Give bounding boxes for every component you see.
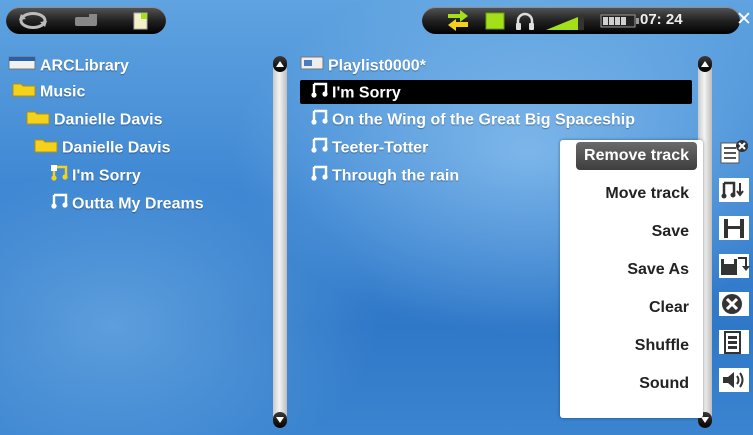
added-music-note-icon [50,165,68,188]
menu-item-sound[interactable]: Sound [631,370,697,398]
playlist-title[interactable]: Playlist0000* [300,55,426,77]
tree-item-label: Music [40,83,86,101]
menu-item-move-track[interactable]: Move track [597,180,697,208]
menu-item-remove-track[interactable]: Remove track [576,142,697,170]
playlist-track[interactable]: I'm Sorry [310,82,401,104]
save-icon[interactable] [718,214,749,242]
battery-icon [600,13,640,33]
file-icon[interactable] [132,12,152,30]
playlist-scroll-up-button[interactable] [698,56,712,72]
save-as-icon[interactable] [718,252,750,280]
mode-switcher [6,7,166,34]
tree-item-label: Outta My Dreams [72,195,204,213]
context-menu: Remove track Move track Save Save As Cle… [560,140,703,418]
clear-icon[interactable] [718,290,749,318]
music-note-icon [310,82,328,105]
track-label: I'm Sorry [332,84,401,102]
menu-item-shuffle[interactable]: Shuffle [627,332,697,360]
clock-time: 07: 24 [640,11,683,28]
top-bar: 07: 24 ✕ [0,0,753,40]
remove-track-icon[interactable] [718,138,748,166]
track-label: On the Wing of the Great Big Spaceship [332,111,635,129]
tab-switch-icon[interactable] [72,12,102,29]
volume-icon [544,10,588,36]
tree-item-music[interactable]: Music [12,81,85,103]
playlist-title-label: Playlist0000* [328,57,426,75]
transfer-icon [444,10,472,36]
close-icon[interactable]: ✕ [736,8,752,30]
tree-item-album[interactable]: Danielle Davis [34,137,171,159]
music-note-icon [50,193,68,216]
library-icon [8,55,36,78]
menu-item-save-as[interactable]: Save As [619,256,697,284]
status-bar [422,7,740,34]
sound-icon[interactable] [718,366,749,394]
library-scroll-up-button[interactable] [273,56,287,72]
sync-icon[interactable] [18,12,48,29]
tree-item-artist[interactable]: Danielle Davis [26,109,163,131]
tree-item-track[interactable]: Outta My Dreams [50,193,204,215]
tree-item-track[interactable]: I'm Sorry [50,165,141,187]
tree-item-label: Danielle Davis [62,139,171,157]
library-root-label: ARCLibrary [40,57,129,75]
playlist-track[interactable]: Through the rain [310,165,459,187]
music-note-icon [310,165,328,188]
menu-item-save[interactable]: Save [644,218,697,246]
tree-item-label: Danielle Davis [54,111,163,129]
folder-icon [484,11,506,35]
library-scrollbar[interactable] [273,56,287,428]
track-label: Through the rain [332,167,460,185]
playlist-track[interactable]: On the Wing of the Great Big Spaceship [310,109,635,131]
move-track-icon[interactable] [718,176,749,204]
track-label: Teeter-Totter [332,139,429,157]
library-root[interactable]: ARCLibrary [8,55,129,77]
folder-icon [26,109,50,132]
folder-icon [12,81,36,104]
menu-item-clear[interactable]: Clear [641,294,697,322]
headphones-icon [514,11,536,35]
tree-item-label: I'm Sorry [72,167,141,185]
playlist-track[interactable]: Teeter-Totter [310,137,428,159]
shuffle-icon[interactable] [718,328,749,356]
playlist-icon [300,55,324,78]
music-note-icon [310,137,328,160]
library-scroll-down-button[interactable] [273,412,287,428]
folder-icon [34,137,58,160]
music-note-icon [310,109,328,132]
